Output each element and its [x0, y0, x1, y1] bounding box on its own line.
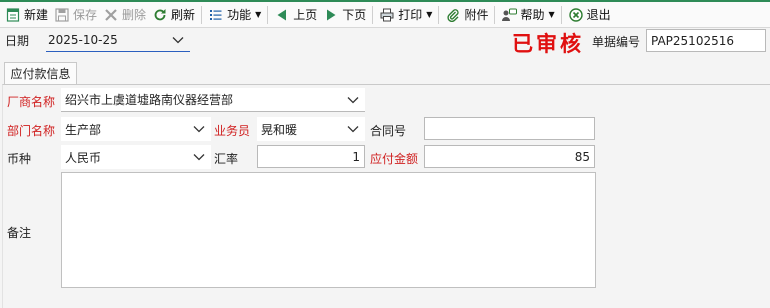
chevron-down-icon [347, 126, 359, 133]
toolbar-separator [438, 5, 440, 24]
delete-button-label: 删除 [122, 8, 147, 22]
dropdown-caret-icon: ▼ [426, 10, 433, 19]
remark-textarea[interactable] [61, 172, 596, 288]
attachment-button[interactable]: 附件 [442, 4, 491, 26]
remark-label: 备注 [7, 226, 32, 240]
print-menu-label: 打印 [398, 8, 423, 22]
new-button[interactable]: 新建 [2, 4, 51, 26]
triangle-right-icon [323, 7, 339, 23]
next-page-button[interactable]: 下页 [320, 4, 369, 26]
toolbar-separator [267, 5, 269, 24]
save-icon [54, 7, 70, 23]
toolbar-separator [372, 5, 374, 24]
dept-select[interactable]: 生产部 [61, 117, 211, 141]
help-chat-icon [501, 7, 518, 23]
next-page-label: 下页 [342, 8, 367, 22]
printer-icon [379, 7, 395, 23]
triangle-left-icon [274, 7, 290, 23]
chevron-down-icon [347, 96, 359, 103]
functions-menu-button[interactable]: 功能 ▼ [205, 4, 264, 26]
date-picker[interactable]: 2025-10-25 [46, 28, 190, 52]
doc-no-label: 单据编号 [592, 35, 641, 49]
print-menu-button[interactable]: 打印 ▼ [376, 4, 435, 26]
list-icon [208, 7, 224, 23]
date-value: 2025-10-25 [48, 32, 118, 47]
close-circle-icon [568, 7, 584, 23]
chevron-down-icon [193, 154, 205, 161]
toolbar-separator [560, 5, 562, 24]
exit-button[interactable]: 退出 [565, 4, 614, 26]
paperclip-icon [445, 7, 461, 23]
approved-stamp: 已审核 [512, 31, 584, 56]
toolbar-separator [201, 5, 203, 24]
new-button-label: 新建 [24, 8, 49, 22]
doc-no-value: PAP25102516 [651, 33, 734, 48]
amount-label: 应付金额 [370, 152, 419, 166]
delete-button[interactable]: 删除 [100, 4, 149, 26]
vendor-value: 绍兴市上虞道墟路南仪器经营部 [65, 93, 234, 107]
new-doc-icon [5, 7, 21, 23]
dropdown-caret-icon: ▼ [255, 10, 262, 19]
currency-value: 人民币 [65, 150, 102, 165]
help-menu-button[interactable]: 帮助 ▼ [498, 4, 557, 26]
currency-select[interactable]: 人民币 [61, 145, 211, 169]
amount-input[interactable]: 85 [424, 145, 595, 168]
vendor-label: 厂商名称 [7, 95, 56, 109]
refresh-button-label: 刷新 [171, 8, 196, 22]
exit-label: 退出 [586, 8, 611, 22]
help-menu-label: 帮助 [520, 8, 545, 22]
salesman-label: 业务员 [214, 124, 251, 138]
refresh-icon [152, 7, 168, 23]
contract-input[interactable] [424, 117, 595, 140]
rate-label: 汇率 [214, 152, 239, 166]
tab-payable-info[interactable]: 应付款信息 [4, 62, 77, 84]
rate-value: 1 [352, 149, 360, 164]
functions-menu-label: 功能 [227, 8, 252, 22]
prev-page-button[interactable]: 上页 [271, 4, 320, 26]
save-button[interactable]: 保存 [51, 4, 100, 26]
toolbar-separator [494, 5, 496, 24]
vendor-select[interactable]: 绍兴市上虞道墟路南仪器经营部 [61, 88, 365, 112]
prev-page-label: 上页 [293, 8, 318, 22]
currency-label: 币种 [7, 152, 32, 166]
date-label: 日期 [5, 34, 30, 48]
contract-label: 合同号 [370, 124, 407, 138]
amount-value: 85 [574, 149, 590, 164]
dropdown-caret-icon: ▼ [548, 10, 555, 19]
refresh-button[interactable]: 刷新 [149, 4, 198, 26]
dept-label: 部门名称 [7, 124, 56, 138]
tab-payable-info-label: 应付款信息 [10, 67, 71, 81]
doc-no-field[interactable]: PAP25102516 [646, 29, 766, 52]
save-button-label: 保存 [73, 8, 98, 22]
chevron-down-icon [172, 36, 184, 43]
salesman-select[interactable]: 晃和暖 [257, 117, 365, 141]
rate-input[interactable]: 1 [257, 145, 365, 168]
delete-x-icon [103, 7, 119, 23]
toolbar: 新建 保存 删除 刷新 功能 ▼ 上页 下页 打印 ▼ 附件 帮助 ▼ 退出 [0, 0, 770, 28]
salesman-value: 晃和暖 [261, 122, 298, 137]
dept-value: 生产部 [65, 122, 102, 137]
chevron-down-icon [193, 126, 205, 133]
attachment-label: 附件 [464, 8, 489, 22]
